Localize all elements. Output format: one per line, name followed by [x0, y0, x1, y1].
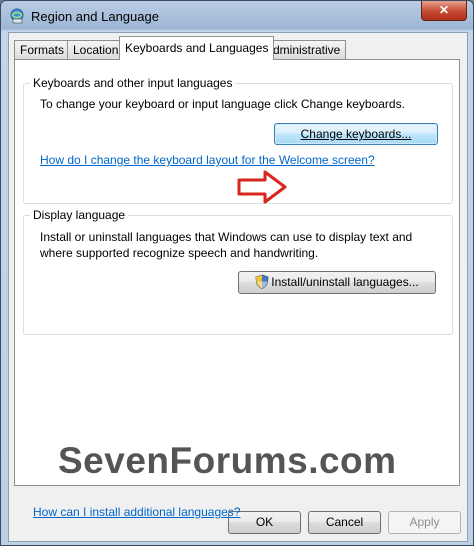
- red-arrow-icon: [237, 170, 287, 204]
- keyboards-group-legend: Keyboards and other input languages: [30, 76, 236, 90]
- tab-label: Administrative: [265, 43, 341, 57]
- apply-button[interactable]: Apply: [388, 511, 461, 534]
- display-description-line1: Install or uninstall languages that Wind…: [40, 230, 413, 244]
- tab-keyboards-and-languages[interactable]: Keyboards and Languages: [119, 36, 275, 60]
- uac-shield-icon: [255, 274, 269, 289]
- window-title: Region and Language: [31, 9, 159, 24]
- tab-location[interactable]: Location: [67, 40, 125, 59]
- keyboards-description: To change your keyboard or input languag…: [40, 97, 405, 111]
- tab-label: Location: [73, 43, 119, 57]
- display-group-legend: Display language: [30, 208, 129, 222]
- change-keyboards-button[interactable]: Change keyboards...: [274, 123, 438, 145]
- welcome-screen-link[interactable]: How do I change the keyboard layout for …: [40, 153, 375, 167]
- cancel-label: Cancel: [325, 515, 364, 529]
- install-button-label: Install/uninstall languages...: [271, 275, 419, 289]
- title-bar[interactable]: Region and Language ✕: [1, 1, 473, 31]
- close-button[interactable]: ✕: [421, 1, 467, 21]
- cancel-button[interactable]: Cancel: [308, 511, 381, 534]
- change-keyboards-label: Change keyboards...: [300, 127, 412, 141]
- close-icon: ✕: [438, 3, 450, 17]
- apply-label: Apply: [409, 515, 440, 529]
- display-language-group: Display language Install or uninstall la…: [23, 208, 453, 335]
- globe-keyboard-icon: [10, 8, 24, 24]
- ok-label: OK: [255, 515, 274, 529]
- tab-label: Keyboards and Languages: [125, 41, 269, 55]
- install-languages-help-link[interactable]: How can I install additional languages?: [33, 505, 240, 519]
- tab-panel: Keyboards and other input languages To c…: [14, 59, 460, 519]
- sevenforums-watermark: SevenForums.com: [58, 440, 397, 481]
- tab-label: Formats: [20, 43, 65, 57]
- display-description-line2: where supported recognize speech and han…: [40, 246, 319, 260]
- tab-formats[interactable]: Formats: [14, 40, 71, 59]
- install-uninstall-languages-button[interactable]: Install/uninstall languages...: [238, 271, 436, 294]
